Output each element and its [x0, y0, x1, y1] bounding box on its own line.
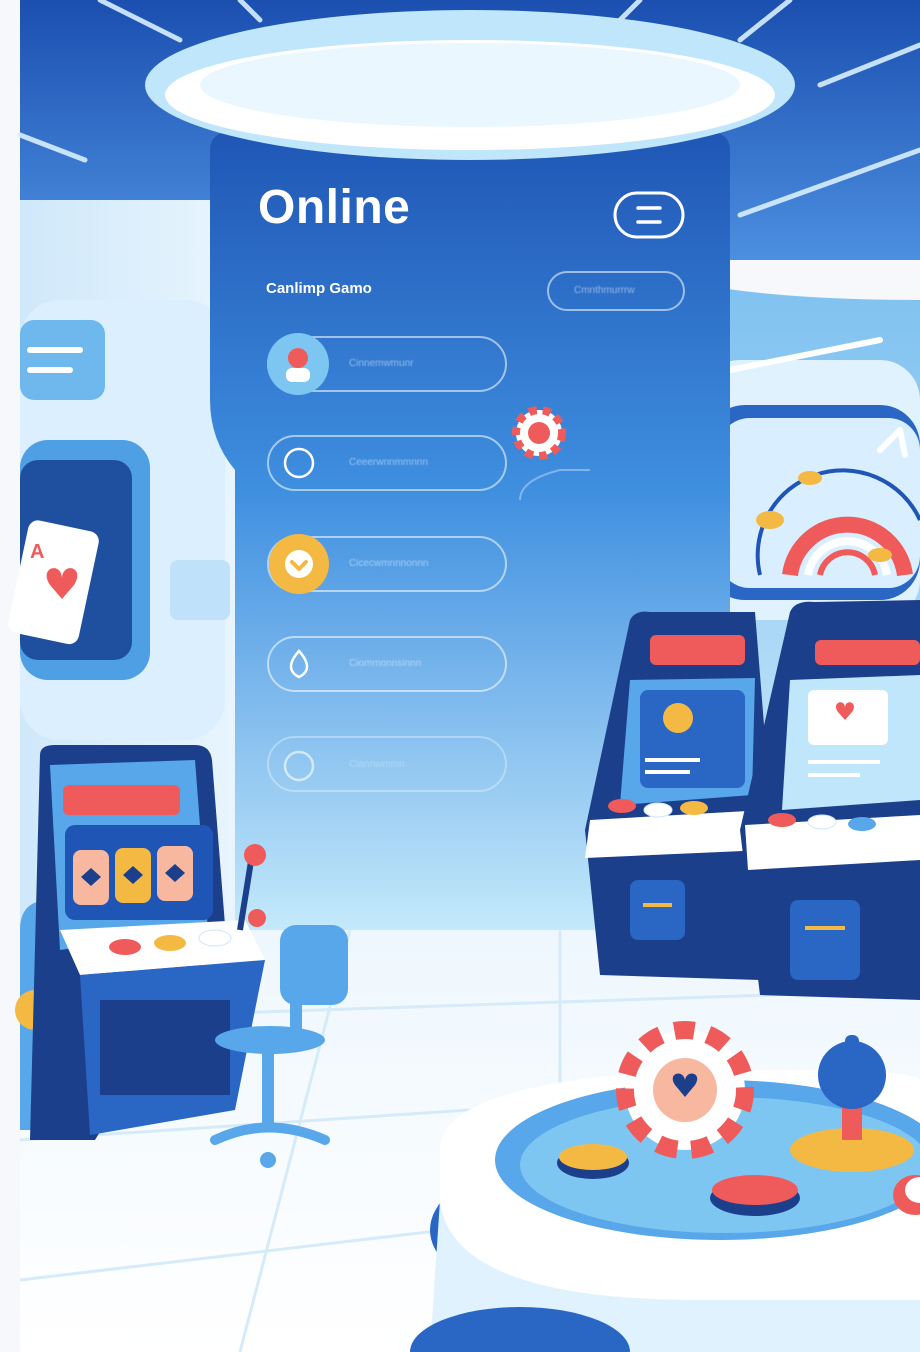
- large-poker-chip-icon: [616, 1021, 754, 1159]
- menu-item-label[interactable]: Ciannwmmn: [349, 759, 405, 770]
- coin-icon: [798, 471, 822, 485]
- table-chip: [559, 1144, 627, 1170]
- menu-item-label[interactable]: Ceeerwnnmmnnn: [349, 457, 428, 468]
- poker-chip-icon: [512, 406, 566, 460]
- left-wall-sign: [20, 320, 105, 400]
- user-avatar-icon: [267, 333, 329, 395]
- menu-item-label[interactable]: Cinnemwmunr: [349, 358, 413, 369]
- table-chip: [712, 1175, 798, 1205]
- scene-artwork: A: [0, 0, 920, 1352]
- menu-item-label[interactable]: Cicecwmnnnonnn: [349, 558, 429, 569]
- casino-illustration: A Online Canlimp Gamo Cmnthmurrrw Cinnem…: [0, 0, 920, 1352]
- heart-badge-icon: [269, 534, 329, 594]
- left-wall-vent: [170, 560, 230, 620]
- page-title: Online: [258, 181, 411, 234]
- top-right-pill-label[interactable]: Cmnthmurrrw: [574, 285, 635, 296]
- coin-icon: [756, 511, 784, 529]
- menu-item-label[interactable]: Ciommonnsinnn: [349, 658, 421, 669]
- page-margin: [0, 0, 20, 1352]
- coin-icon: [868, 548, 892, 562]
- svg-text:A: A: [30, 541, 44, 563]
- ceiling-disc-inner: [200, 43, 740, 127]
- subtitle: Canlimp Gamo: [266, 280, 372, 297]
